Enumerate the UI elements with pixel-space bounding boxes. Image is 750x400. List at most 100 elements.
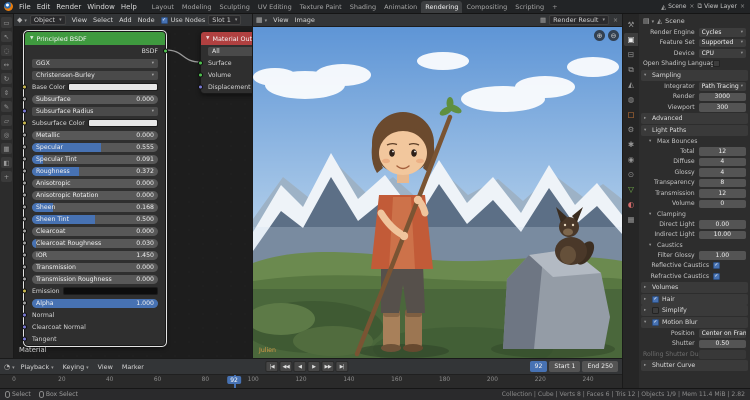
move-tool-icon[interactable]: ↔ xyxy=(1,59,12,70)
panel-sampling[interactable]: ▾Sampling xyxy=(641,70,748,81)
workspace-tab-texture-paint[interactable]: Texture Paint xyxy=(296,1,346,13)
node-input-anisotropic[interactable]: Anisotropic0.000 xyxy=(25,177,165,189)
refractive-caustics-checkbox[interactable]: ✓ xyxy=(713,273,720,280)
prop-value-rolling-shutter-dur[interactable] xyxy=(699,350,746,359)
specular-tint-input-socket[interactable] xyxy=(22,157,27,162)
slider-clearcoat[interactable]: Clearcoat0.000 xyxy=(32,227,158,236)
physics-properties-tab-icon[interactable]: ◉ xyxy=(624,153,638,166)
prop-value-direct-light[interactable]: 0.00 xyxy=(699,220,746,229)
node-input-surface[interactable]: Surface xyxy=(201,57,252,69)
shader-editor-type-icon[interactable]: ◆ xyxy=(17,16,27,24)
object-mode-dropdown[interactable]: Object xyxy=(30,15,66,25)
select-box-tool-icon[interactable]: ▭ xyxy=(1,17,12,28)
output-properties-tab-icon[interactable]: ⊟ xyxy=(624,48,638,61)
prop-open-shading-language[interactable]: Open Shading Language xyxy=(641,59,748,70)
timeline-menu-playback[interactable]: Playback xyxy=(18,362,57,372)
zoom-in-gizmo-button[interactable]: ⊕ xyxy=(594,30,605,41)
material-output-node-header[interactable]: ▼ Material Output xyxy=(201,32,252,45)
collapse-node-icon[interactable]: ▼ xyxy=(30,36,33,41)
node-menu-select[interactable]: Select xyxy=(90,15,116,25)
slider-sheen[interactable]: Sheen0.168 xyxy=(32,203,158,212)
subsurface-method-dropdown[interactable]: Christensen-Burley xyxy=(32,71,158,80)
node-input-specular[interactable]: Specular0.555 xyxy=(25,141,165,153)
jump-to-prev-keyframe-button[interactable]: ◀◀ xyxy=(279,361,292,372)
workspace-tab-sculpting[interactable]: Sculpting xyxy=(215,1,253,13)
node-input-clearcoat[interactable]: Clearcoat0.000 xyxy=(25,225,165,237)
clearcoat-normal-input-socket[interactable] xyxy=(22,325,27,330)
principled-bsdf-node-header[interactable]: ▼ Principled BSDF xyxy=(25,32,165,45)
panel-hair[interactable]: ▸✓Hair xyxy=(641,294,748,305)
specular-input-socket[interactable] xyxy=(22,145,27,150)
prop-value-render-engine[interactable]: Cycles xyxy=(699,28,746,37)
color-swatch-emission[interactable] xyxy=(63,287,158,296)
menu-help[interactable]: Help xyxy=(118,2,140,12)
node-canvas[interactable]: ▼ Principled BSDF BSDF GGX Ch xyxy=(14,27,252,358)
surface-input-socket[interactable] xyxy=(198,61,203,66)
node-input-emission[interactable]: Emission xyxy=(25,285,165,297)
slider-transmission-roughness[interactable]: Transmission Roughness0.000 xyxy=(32,275,158,284)
workspace-tab-shading[interactable]: Shading xyxy=(346,1,380,13)
particles-properties-tab-icon[interactable]: ✱ xyxy=(624,138,638,151)
constraints-properties-tab-icon[interactable]: ⊙ xyxy=(624,168,638,181)
prop-value-feature-set[interactable]: Supported xyxy=(699,39,746,48)
ior-input-socket[interactable] xyxy=(22,253,27,258)
menu-file[interactable]: File xyxy=(16,2,34,12)
image-datablock-dropdown[interactable]: Render Result xyxy=(549,15,609,25)
slider-roughness[interactable]: Roughness0.372 xyxy=(32,167,158,176)
node-input-normal[interactable]: Normal xyxy=(25,309,165,321)
anisotropic-input-socket[interactable] xyxy=(22,181,27,186)
volume-input-socket[interactable] xyxy=(198,73,203,78)
anisotropic-rotation-input-socket[interactable] xyxy=(22,193,27,198)
hair-checkbox[interactable]: ✓ xyxy=(652,296,659,303)
prop-integrator[interactable]: IntegratorPath Tracing xyxy=(641,81,748,92)
node-input-subsurface-radius[interactable]: Subsurface Radius xyxy=(25,105,165,117)
view-layer-unlink-icon[interactable]: × xyxy=(739,3,746,10)
transmission-roughness-input-socket[interactable] xyxy=(22,277,27,282)
prop-glossy[interactable]: Glossy4 xyxy=(641,167,748,178)
material-properties-tab-icon[interactable]: ◐ xyxy=(624,198,638,211)
vector-field-subsurface-radius[interactable]: Subsurface Radius xyxy=(32,107,158,116)
motion-blur-checkbox[interactable]: ✓ xyxy=(652,319,659,326)
cursor-tool-icon[interactable]: ◌ xyxy=(1,45,12,56)
base-color-input-socket[interactable] xyxy=(22,85,27,90)
bsdf-output-socket[interactable] xyxy=(163,49,168,54)
prop-filter-glossy[interactable]: Filter Glossy1.00 xyxy=(641,250,748,261)
material-output-node[interactable]: ▼ Material Output All SurfaceVolumeDispl… xyxy=(200,31,252,94)
material-slot-dropdown[interactable]: Slot 1 xyxy=(208,15,241,25)
prop-transmission[interactable]: Transmission12 xyxy=(641,188,748,199)
prop-value-position[interactable]: Center on Frame xyxy=(699,329,746,338)
workspace-tab-compositing[interactable]: Compositing xyxy=(462,1,511,13)
rotate-tool-icon[interactable]: ↻ xyxy=(1,73,12,84)
image-menu-image[interactable]: Image xyxy=(292,15,318,25)
menu-edit[interactable]: Edit xyxy=(34,2,54,12)
current-frame-field[interactable]: 92 xyxy=(530,361,548,372)
node-input-metallic[interactable]: Metallic0.000 xyxy=(25,129,165,141)
tool-properties-tab-icon[interactable]: ⚒ xyxy=(624,18,638,31)
prop-total[interactable]: Total12 xyxy=(641,146,748,157)
prop-value-shutter[interactable]: 0.50 xyxy=(699,340,746,349)
frame-end-field[interactable]: End 250 xyxy=(582,361,618,372)
workspace-tab-animation[interactable]: Animation xyxy=(380,1,421,13)
annotate-tool-icon[interactable]: ✎ xyxy=(1,101,12,112)
clearcoat-roughness-input-socket[interactable] xyxy=(22,241,27,246)
world-properties-tab-icon[interactable]: ◍ xyxy=(624,93,638,106)
zoom-out-gizmo-button[interactable]: ⊖ xyxy=(608,30,619,41)
prop-value-transmission[interactable]: 12 xyxy=(699,189,746,198)
node-input-sheen-tint[interactable]: Sheen Tint0.500 xyxy=(25,213,165,225)
node-input-sheen[interactable]: Sheen0.168 xyxy=(25,201,165,213)
scrub-tool-icon[interactable]: ◧ xyxy=(1,157,12,168)
prop-value-glossy[interactable]: 4 xyxy=(699,168,746,177)
node-input-subsurface-color[interactable]: Subsurface Color xyxy=(25,117,165,129)
jump-to-start-button[interactable]: |◀ xyxy=(265,361,278,372)
node-input-tangent[interactable]: Tangent xyxy=(25,333,165,345)
clearcoat-input-socket[interactable] xyxy=(22,229,27,234)
normal-input-socket[interactable] xyxy=(22,313,27,318)
object-data-properties-tab-icon[interactable]: ▽ xyxy=(624,183,638,196)
displacement-input-socket[interactable] xyxy=(198,85,203,90)
prop-direct-light[interactable]: Direct Light0.00 xyxy=(641,219,748,230)
render-viewport[interactable]: ⊕ ⊖ Julien xyxy=(253,27,622,358)
node-input-specular-tint[interactable]: Specular Tint0.091 xyxy=(25,153,165,165)
slider-anisotropic-rotation[interactable]: Anisotropic Rotation0.000 xyxy=(32,191,158,200)
prop-value-device[interactable]: CPU xyxy=(699,49,746,58)
subsurface-color-input-socket[interactable] xyxy=(22,121,27,126)
